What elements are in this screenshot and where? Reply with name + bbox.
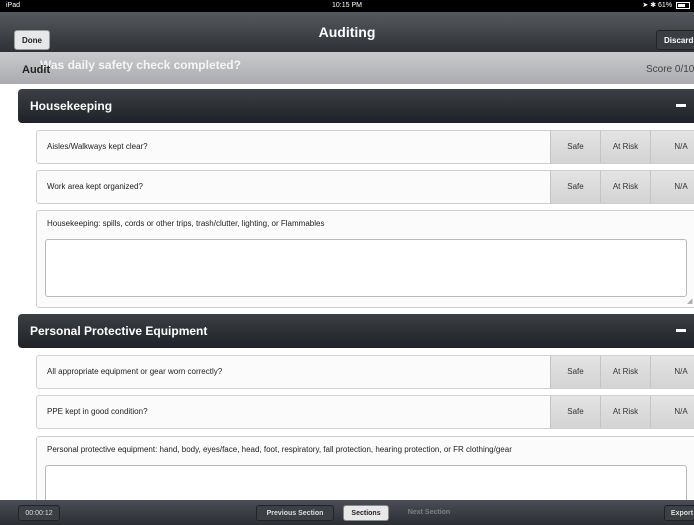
battery-percent: 61% — [658, 2, 673, 9]
sections-button[interactable]: Sections — [343, 505, 389, 521]
at-risk-button[interactable]: At Risk — [600, 131, 650, 163]
question-text: Aisles/Walkways kept clear? — [47, 142, 148, 151]
section-header-ppe[interactable]: Personal Protective Equipment ▬ — [18, 314, 694, 348]
na-button[interactable]: N/A — [650, 396, 694, 428]
notes-label: Housekeeping: spills, cords or other tri… — [47, 219, 325, 228]
notes-block: Housekeeping: spills, cords or other tri… — [36, 210, 694, 308]
question-row: Aisles/Walkways kept clear? Safe At Risk… — [36, 130, 694, 164]
score-label: Score 0/10 — [646, 64, 694, 75]
resize-grip-icon[interactable]: ◢ — [687, 297, 692, 305]
bluetooth-icon: ✱ — [650, 2, 657, 9]
battery-icon — [676, 1, 690, 9]
status-bar: iPad 10:15 PM ➤ ✱ 61% — [0, 0, 694, 12]
audit-question: Was daily safety check completed? — [40, 58, 241, 72]
done-button[interactable]: Done — [14, 30, 50, 50]
question-row: All appropriate equipment or gear worn c… — [36, 355, 694, 389]
timer-display: 00:00:12 — [18, 505, 60, 521]
na-button[interactable]: N/A — [650, 131, 694, 163]
at-risk-button[interactable]: At Risk — [600, 396, 650, 428]
next-section-button[interactable]: Next Section — [396, 505, 462, 521]
at-risk-button[interactable]: At Risk — [600, 356, 650, 388]
section-title: Personal Protective Equipment — [30, 324, 208, 338]
audit-bar: Was daily safety check completed? Audit … — [0, 52, 694, 84]
battery-status: ➤ ✱ 61% — [642, 0, 690, 12]
notes-label: Personal protective equipment: hand, bod… — [47, 445, 512, 454]
notes-block: Personal protective equipment: hand, bod… — [36, 436, 694, 523]
section-header-housekeeping[interactable]: Housekeeping ▬ — [18, 89, 694, 123]
safe-button[interactable]: Safe — [550, 396, 600, 428]
status-time: 10:15 PM — [332, 2, 362, 9]
page-title: Auditing — [318, 24, 376, 40]
question-row: Work area kept organized? Safe At Risk N… — [36, 170, 694, 204]
na-button[interactable]: N/A — [650, 171, 694, 203]
at-risk-button[interactable]: At Risk — [600, 171, 650, 203]
previous-section-button[interactable]: Previous Section — [256, 505, 334, 521]
question-text: All appropriate equipment or gear worn c… — [47, 367, 223, 376]
audit-label: Audit — [22, 64, 51, 76]
safe-button[interactable]: Safe — [550, 171, 600, 203]
export-button[interactable]: Export — [664, 505, 694, 521]
notes-textarea[interactable] — [45, 239, 687, 297]
location-icon: ➤ — [642, 2, 649, 9]
collapse-icon[interactable]: ▬ — [676, 99, 686, 110]
section-title: Housekeeping — [30, 99, 113, 113]
safe-button[interactable]: Safe — [550, 356, 600, 388]
navigation-bar: Auditing — [0, 12, 694, 52]
safe-button[interactable]: Safe — [550, 131, 600, 163]
discard-button[interactable]: Discard — [656, 30, 694, 50]
question-row: PPE kept in good condition? Safe At Risk… — [36, 395, 694, 429]
bottom-toolbar: 00:00:12 Previous Section Sections Next … — [0, 500, 694, 525]
collapse-icon[interactable]: ▬ — [676, 324, 686, 335]
question-text: Work area kept organized? — [47, 182, 143, 191]
question-text: PPE kept in good condition? — [47, 407, 148, 416]
na-button[interactable]: N/A — [650, 356, 694, 388]
